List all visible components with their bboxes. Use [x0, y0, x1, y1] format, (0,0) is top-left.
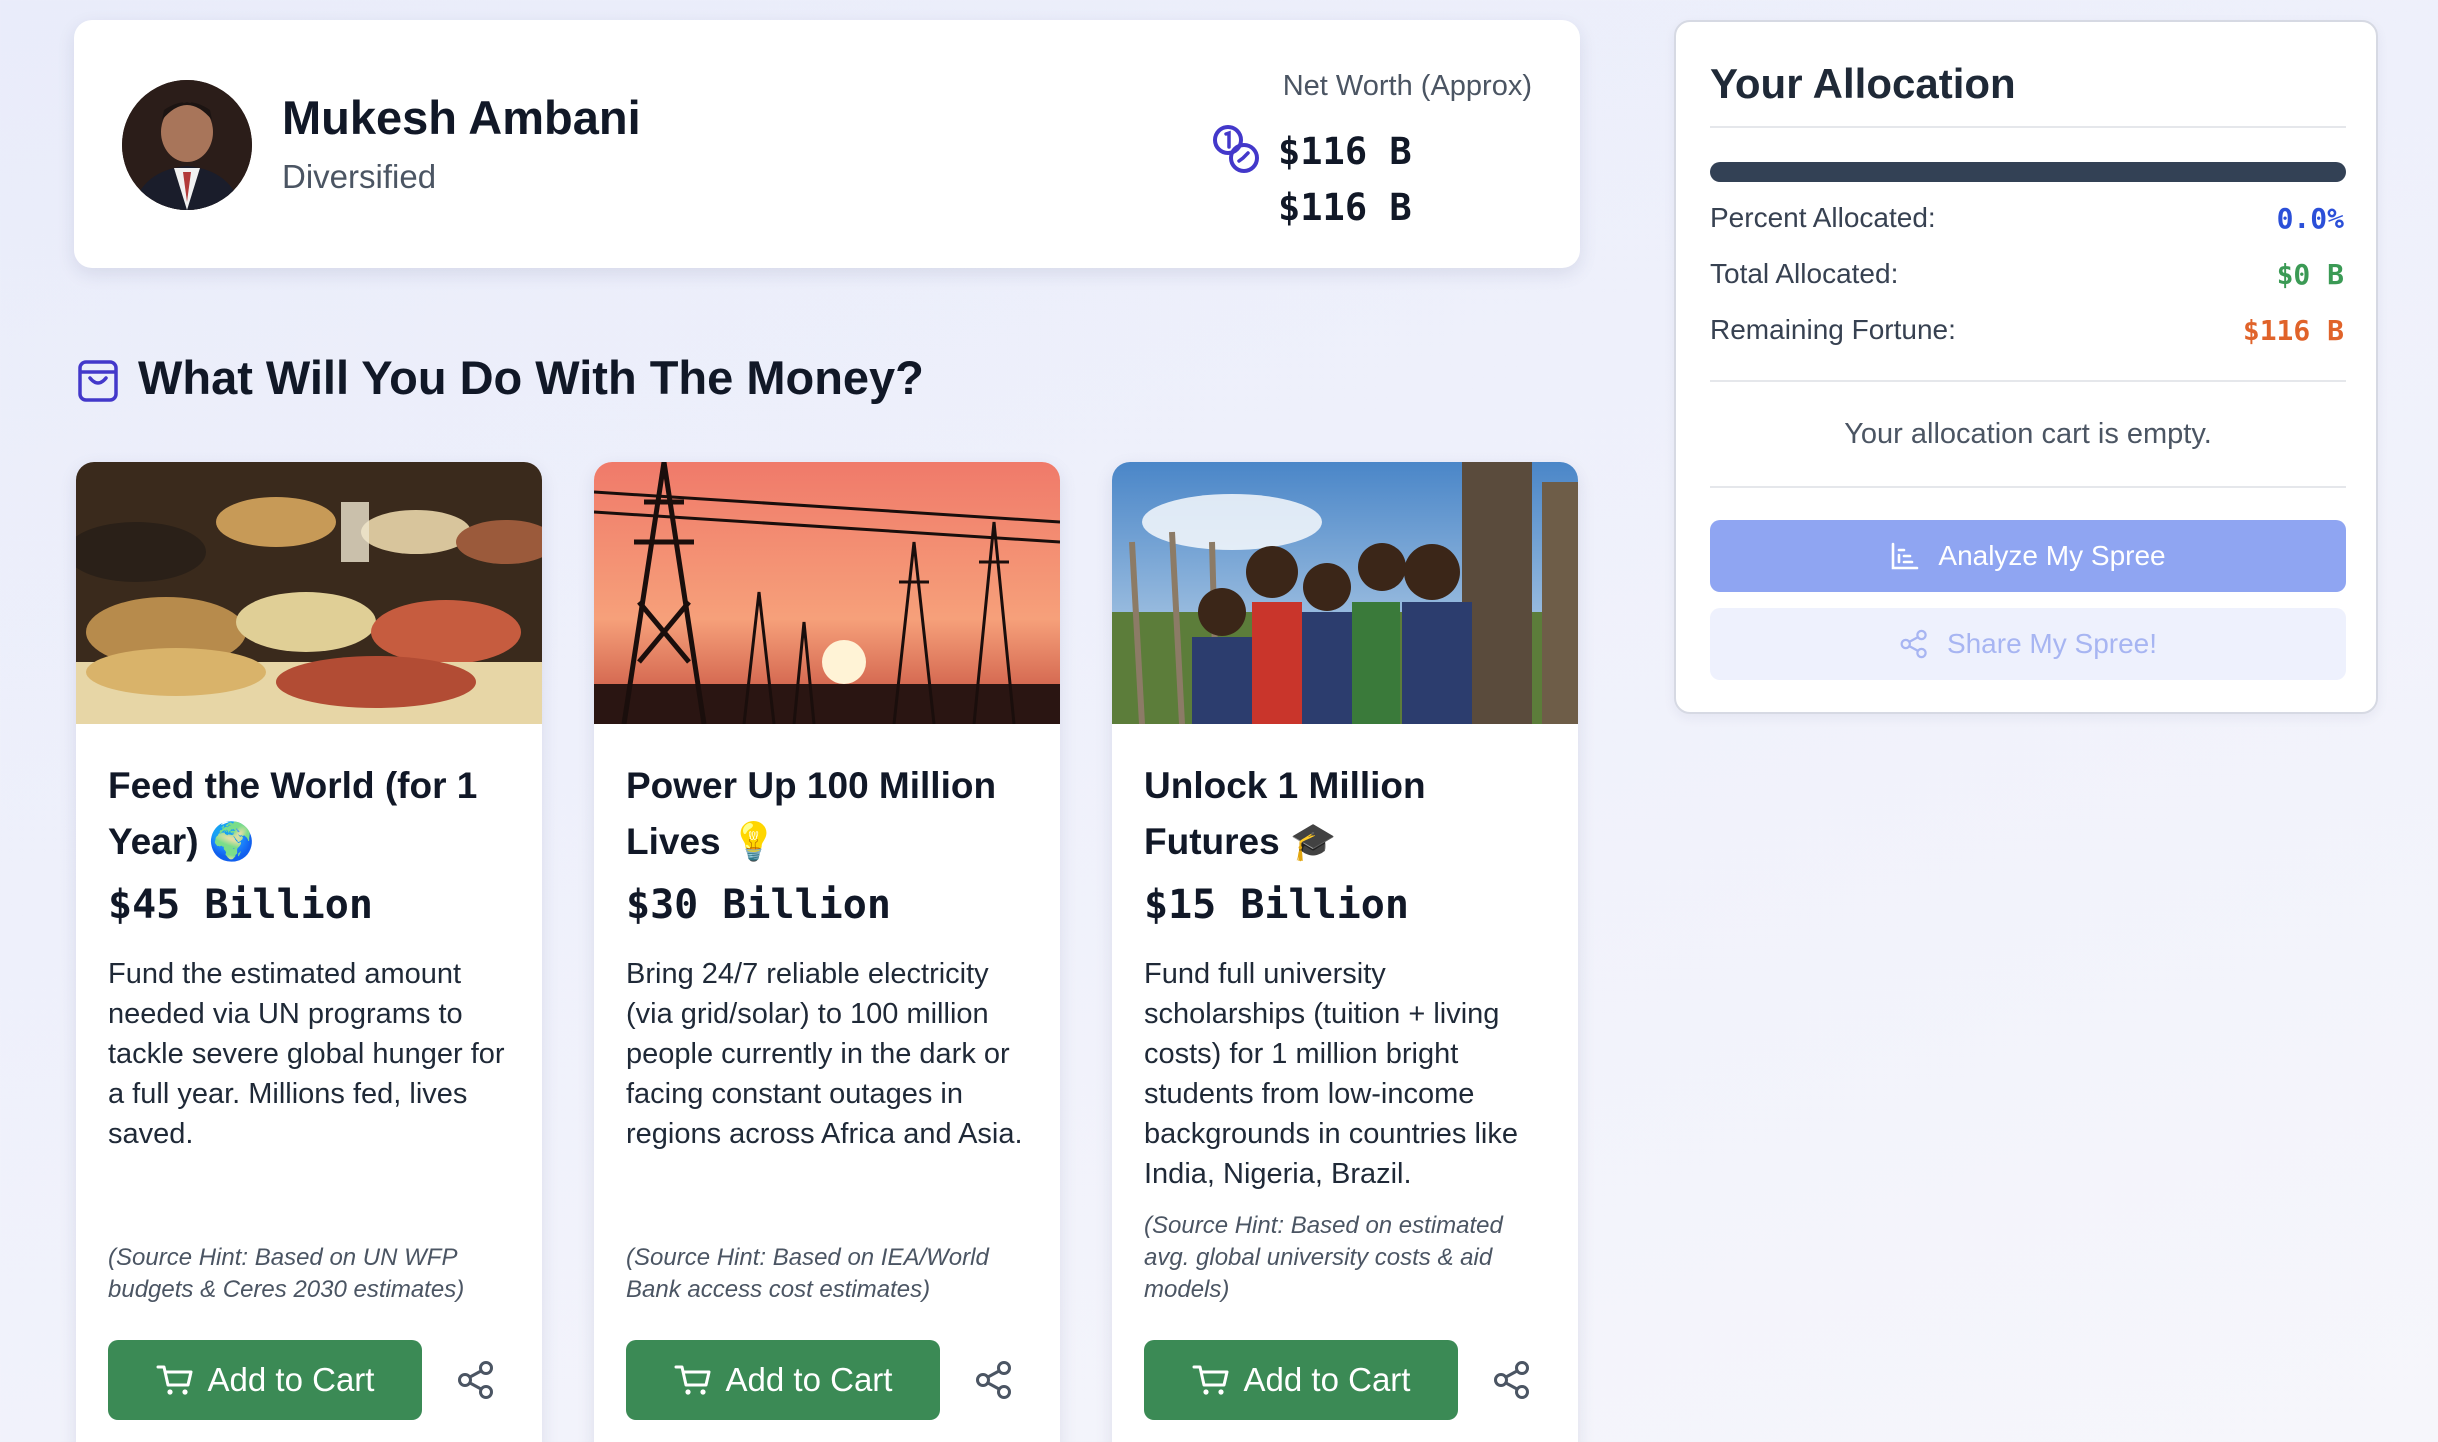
card-description: Bring 24/7 reliable electricity (via gri… [626, 958, 1023, 1150]
divider [1710, 486, 2346, 488]
share-icon [1900, 629, 1927, 659]
share-spree-label: Share My Spree! [1946, 628, 2158, 659]
share-icon[interactable] [1492, 1360, 1532, 1400]
divider [1710, 126, 2346, 128]
spend-card-feed-world: Feed the World (for 1 Year) 🌍 $45 Billio… [76, 462, 542, 1442]
bar-chart-icon [1892, 542, 1919, 570]
percent-allocated-value: 0.0% [2276, 202, 2344, 235]
card-image-power-lines-sunset [594, 462, 1060, 724]
analyze-spree-button[interactable]: Analyze My Spree [1710, 520, 2346, 592]
card-title: Unlock 1 Million Futures 🎓 [1144, 765, 1426, 862]
empty-cart-message: Your allocation cart is empty. [1844, 418, 2212, 450]
total-allocated-value: $0 B [2276, 258, 2344, 291]
percent-allocated-label: Percent Allocated: [1710, 202, 1936, 233]
share-spree-button[interactable]: Share My Spree! [1710, 608, 2346, 680]
allocation-title: Your Allocation [1710, 60, 2016, 107]
cart-icon [1192, 1365, 1229, 1395]
allocation-progress-bar [1710, 162, 2346, 182]
net-worth-value-secondary: $116 B [1278, 186, 1412, 229]
cart-icon [156, 1365, 193, 1395]
share-icon[interactable] [974, 1360, 1014, 1400]
add-to-cart-label: Add to Cart [1243, 1361, 1411, 1398]
divider [1710, 380, 2346, 382]
remaining-fortune-value: $116 B [2242, 314, 2344, 347]
add-to-cart-button[interactable]: Add to Cart [108, 1340, 422, 1420]
remaining-fortune-label: Remaining Fortune: [1710, 314, 1956, 345]
spend-card-unlock-futures: Unlock 1 Million Futures 🎓 $15 Billion F… [1112, 462, 1578, 1442]
card-title: Power Up 100 Million Lives 💡 [626, 765, 997, 862]
card-price: $15 Billion [1144, 882, 1409, 928]
card-description: Fund full university scholarships (tuiti… [1144, 958, 1518, 1190]
net-worth-label: Net Worth (Approx) [1282, 70, 1532, 102]
card-image-grain-sacks [76, 462, 542, 724]
card-source-hint: (Source Hint: Based on IEA/World Bank ac… [626, 1244, 989, 1303]
shopping-bag-icon [78, 360, 118, 402]
cart-icon [674, 1365, 711, 1395]
share-icon[interactable] [456, 1360, 496, 1400]
allocation-panel: Your Allocation Percent Allocated: 0.0% … [1674, 20, 2378, 714]
card-title: Feed the World (for 1 Year) 🌍 [108, 765, 478, 862]
section-title: What Will You Do With The Money? [138, 351, 924, 404]
card-source-hint: (Source Hint: Based on UN WFP budgets & … [108, 1244, 465, 1303]
total-allocated-label: Total Allocated: [1710, 258, 1899, 289]
net-worth-value: $116 B [1278, 130, 1412, 173]
add-to-cart-label: Add to Cart [207, 1361, 375, 1398]
avatar [122, 80, 252, 210]
card-price: $45 Billion [108, 882, 373, 928]
add-to-cart-button[interactable]: Add to Cart [1144, 1340, 1458, 1420]
add-to-cart-button[interactable]: Add to Cart [626, 1340, 940, 1420]
analyze-spree-label: Analyze My Spree [1938, 540, 2166, 571]
coins-icon [1213, 125, 1259, 173]
card-source-hint: (Source Hint: Based on estimated avg. gl… [1144, 1212, 1503, 1303]
profile-card: Mukesh Ambani Diversified Net Worth (App… [74, 20, 1580, 268]
card-description: Fund the estimated amount needed via UN … [108, 958, 505, 1150]
card-price: $30 Billion [626, 882, 891, 928]
spend-card-power-up: Power Up 100 Million Lives 💡 $30 Billion… [594, 462, 1060, 1442]
add-to-cart-label: Add to Cart [725, 1361, 893, 1398]
person-name: Mukesh Ambani [282, 91, 641, 144]
person-sector: Diversified [282, 158, 437, 195]
card-image-children-smiling [1112, 462, 1578, 724]
